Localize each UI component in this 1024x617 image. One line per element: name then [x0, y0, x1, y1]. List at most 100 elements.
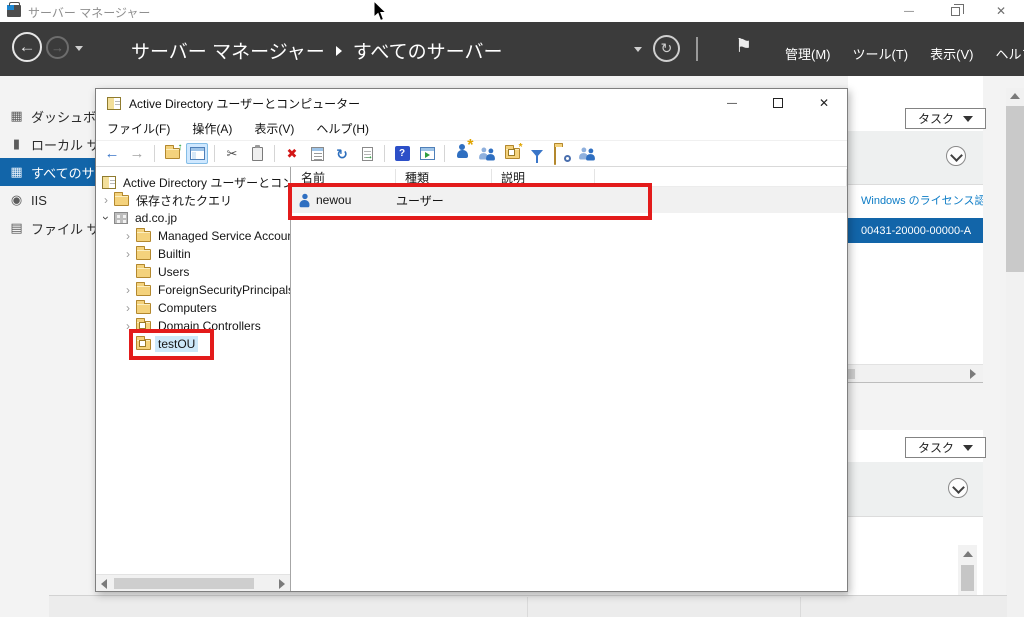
- delete-icon[interactable]: ✖: [281, 143, 303, 164]
- tree-item[interactable]: Users: [96, 263, 290, 281]
- new-group-icon[interactable]: [476, 143, 498, 164]
- domain-icon: [114, 212, 128, 224]
- aduc-titlebar[interactable]: Active Directory ユーザーとコンピューター: [96, 89, 847, 117]
- back-button[interactable]: ←: [12, 32, 42, 62]
- properties-icon[interactable]: [306, 143, 328, 164]
- header-menu-item[interactable]: ヘルプ(H): [995, 44, 1024, 63]
- cut-icon[interactable]: ✂: [221, 143, 243, 164]
- breadcrumb-root[interactable]: サーバー マネージャー: [131, 37, 325, 64]
- collapse-chevron-icon[interactable]: [948, 478, 968, 498]
- nav-dropdown-icon[interactable]: [75, 46, 83, 51]
- forward-icon[interactable]: →: [126, 143, 148, 164]
- new-ou-icon[interactable]: *: [501, 142, 523, 164]
- product-id-value: 00431-20000-00000-A: [861, 224, 972, 237]
- sidebar-item-dashboard[interactable]: ▦ ダッシュボー: [0, 102, 95, 130]
- aduc-menu-item[interactable]: ファイル(F): [96, 120, 181, 137]
- window-title: サーバー マネージャー: [28, 6, 151, 20]
- folder-icon: [114, 191, 129, 206]
- aduc-app-icon: [107, 96, 121, 110]
- events-filter-bar: [848, 131, 983, 185]
- paste-icon[interactable]: [246, 143, 268, 164]
- sidebar-item-label: ローカル サ: [31, 137, 95, 153]
- toolbar-separator: [214, 145, 215, 162]
- refresh-icon[interactable]: ↻: [331, 143, 353, 164]
- tasks-button-bottom[interactable]: タスク: [905, 437, 986, 458]
- tree-item[interactable]: Active Directory ユーザーとコンピューター: [96, 173, 290, 191]
- tasks-button-top[interactable]: タスク: [905, 108, 986, 129]
- back-icon[interactable]: ←: [101, 143, 123, 164]
- up-one-level-icon[interactable]: ↑: [161, 142, 183, 164]
- product-id-row[interactable]: 00431-20000-00000-A: [848, 218, 983, 243]
- aduc-menu-item[interactable]: 操作(A): [181, 120, 243, 137]
- toolbar-separator: [384, 145, 385, 162]
- export-list-icon[interactable]: →: [356, 143, 378, 164]
- expand-icon[interactable]: ›: [100, 193, 112, 207]
- aduc-menu-item[interactable]: ヘルプ(H): [305, 120, 380, 137]
- windows-license-column-header[interactable]: Windows のライセンス認: [861, 192, 983, 208]
- close-icon[interactable]: [801, 89, 847, 117]
- scrollbar-thumb[interactable]: [1006, 106, 1024, 272]
- aduc-menu-item[interactable]: 表示(V): [243, 120, 305, 137]
- tree-item[interactable]: › Builtin: [96, 245, 290, 263]
- header-menu-item[interactable]: ツール(T): [853, 44, 909, 63]
- page-scrollbar[interactable]: [1006, 88, 1024, 617]
- close-icon[interactable]: [978, 0, 1024, 22]
- collapse-chevron-icon[interactable]: [946, 146, 966, 166]
- tasks-dropdown-icon: [963, 444, 973, 451]
- find-icon[interactable]: [551, 143, 573, 165]
- scroll-up-icon[interactable]: [1010, 93, 1020, 99]
- scrollbar-thumb[interactable]: [114, 578, 254, 589]
- all-servers-icon: ▦: [10, 164, 23, 179]
- sidebar: ▦ ダッシュボー ▮ ローカル サ ▦ すべてのサ ◉ IIS ▤ ファイル サ: [0, 76, 95, 617]
- maximize-icon[interactable]: [755, 89, 801, 117]
- expand-icon[interactable]: ›: [122, 283, 134, 297]
- tree-horizontal-scrollbar[interactable]: [96, 574, 290, 591]
- sidebar-item-local-server[interactable]: ▮ ローカル サ: [0, 130, 95, 158]
- scroll-right-icon[interactable]: [279, 579, 285, 589]
- scroll-left-icon[interactable]: [101, 579, 107, 589]
- tree-item[interactable]: › Computers: [96, 299, 290, 317]
- breadcrumb-current[interactable]: すべてのサーバー: [353, 37, 503, 64]
- open-new-window-icon[interactable]: [416, 143, 438, 164]
- header-menu: 管理(M) ツール(T) 表示(V) ヘルプ(H): [785, 44, 1024, 63]
- expand-icon[interactable]: ›: [122, 229, 134, 243]
- header-menu-item[interactable]: 表示(V): [930, 44, 973, 63]
- sidebar-item-all-servers[interactable]: ▦ すべてのサ: [0, 158, 95, 186]
- help-icon[interactable]: ?: [391, 143, 413, 164]
- status-bar-divider: [800, 597, 801, 617]
- scrollbar-thumb[interactable]: [961, 565, 974, 591]
- tree-item[interactable]: › ForeignSecurityPrincipals: [96, 281, 290, 299]
- scroll-up-icon[interactable]: [963, 551, 973, 557]
- forward-button[interactable]: →: [46, 36, 69, 59]
- new-user-icon[interactable]: *: [451, 137, 474, 164]
- tree-item-label: Users: [158, 265, 190, 279]
- expand-icon[interactable]: ›: [122, 301, 134, 315]
- console-tree-pane: Active Directory ユーザーとコンピューター›保存されたクエリ›a…: [96, 167, 291, 591]
- notifications-flag-icon[interactable]: ⚑: [735, 35, 752, 58]
- tile-horizontal-scrollbar[interactable]: [848, 364, 983, 382]
- refresh-icon[interactable]: ↻: [653, 35, 680, 62]
- tree-item[interactable]: › 保存されたクエリ: [96, 191, 290, 209]
- scrollbar-thumb[interactable]: [848, 369, 855, 379]
- sidebar-item-iis[interactable]: ◉ IIS: [0, 186, 95, 214]
- tree-item[interactable]: › Managed Service Accounts: [96, 227, 290, 245]
- tree-item-label: ad.co.jp: [135, 211, 178, 225]
- sidebar-item-file-services[interactable]: ▤ ファイル サ: [0, 214, 95, 242]
- collapse-icon[interactable]: ›: [99, 212, 113, 224]
- tree-item-label: Active Directory ユーザーとコンピューター: [123, 175, 290, 190]
- server-manager-header: ← → サーバー マネージャー すべてのサーバー ↻ ⚑ 管理(M) ツール(T)…: [0, 22, 1024, 76]
- expand-icon[interactable]: ›: [122, 247, 134, 261]
- filter-icon[interactable]: [526, 143, 548, 164]
- server-manager-icon: [7, 2, 21, 17]
- aduc-window: Active Directory ユーザーとコンピューター ファイル(F)操作(…: [95, 88, 848, 592]
- tasks-label: タスク: [917, 441, 954, 455]
- refresh-dropdown-icon[interactable]: [634, 47, 642, 52]
- header-menu-item[interactable]: 管理(M): [785, 44, 831, 63]
- show-console-tree-icon[interactable]: [186, 143, 208, 164]
- minimize-icon[interactable]: [886, 0, 932, 22]
- change-domain-icon[interactable]: [576, 143, 598, 164]
- restore-icon[interactable]: [932, 0, 978, 22]
- minimize-icon[interactable]: [709, 89, 755, 117]
- tree-item[interactable]: › ad.co.jp: [96, 209, 290, 227]
- scroll-right-icon[interactable]: [970, 369, 976, 379]
